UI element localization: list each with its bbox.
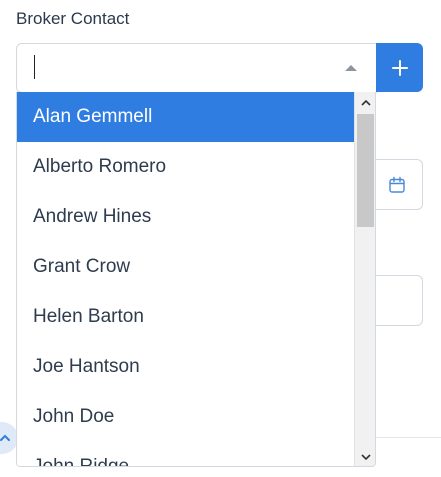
broker-contact-dropdown: Alan Gemmell Alberto Romero Andrew Hines… [16, 92, 376, 467]
option-item[interactable]: John Ridge [17, 442, 355, 466]
dropdown-toggle-icon[interactable] [345, 65, 357, 71]
scrollbar-thumb[interactable] [357, 114, 374, 227]
chevron-up-icon [0, 434, 10, 441]
plus-icon [391, 59, 408, 76]
broker-contact-label: Broker Contact [16, 9, 130, 28]
option-item[interactable]: Alberto Romero [17, 142, 355, 192]
scroll-up-button[interactable] [355, 92, 375, 112]
option-item[interactable]: Helen Barton [17, 292, 355, 342]
broker-contact-select[interactable] [16, 43, 377, 93]
dropdown-scrollbar[interactable] [354, 92, 375, 466]
divider [376, 437, 441, 438]
text-field-partial[interactable] [372, 275, 423, 326]
add-broker-contact-button[interactable] [376, 43, 423, 92]
option-item[interactable]: Joe Hantson [17, 342, 355, 392]
date-field-partial[interactable] [372, 159, 423, 210]
option-item[interactable]: Alan Gemmell [17, 92, 355, 142]
option-item[interactable]: John Doe [17, 392, 355, 442]
option-list: Alan Gemmell Alberto Romero Andrew Hines… [17, 92, 355, 466]
scroll-down-button[interactable] [355, 447, 375, 466]
option-item[interactable]: Grant Crow [17, 242, 355, 292]
text-cursor [34, 55, 35, 79]
chevron-down-icon [360, 453, 371, 460]
option-item[interactable]: Andrew Hines [17, 192, 355, 242]
chevron-up-icon [360, 99, 371, 106]
calendar-icon [389, 176, 405, 193]
